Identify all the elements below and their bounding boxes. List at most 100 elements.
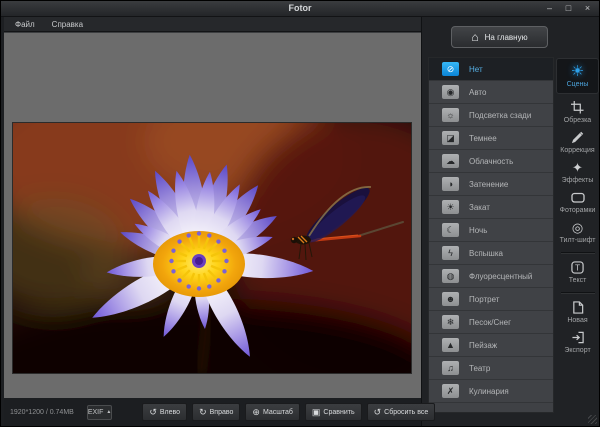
window-controls: – □ × <box>544 2 593 15</box>
exif-label: EXIF <box>88 409 104 416</box>
reset-all-button[interactable]: ↺ Сбросить все <box>367 403 436 421</box>
button-label: Вправо <box>210 409 234 416</box>
moon-icon: ☾ <box>442 223 459 237</box>
scene-item-auto[interactable]: ◉ Авто <box>429 81 553 104</box>
scene-item-label: Затенение <box>469 180 508 189</box>
compare-button[interactable]: ▣ Сравнить <box>305 403 362 421</box>
rotate-right-button[interactable]: ↻ Вправо <box>192 403 240 421</box>
tab-correction[interactable]: Коррекция <box>560 130 594 154</box>
tab-scenes[interactable]: ☀ Сцены <box>556 58 599 94</box>
tab-export[interactable]: Экспорт <box>564 330 590 354</box>
scene-item-label: Пейзаж <box>469 341 497 350</box>
utensils-icon: ✗ <box>442 384 459 398</box>
zoom-button[interactable]: ⊕ Масштаб <box>245 403 300 421</box>
scene-item-backlight[interactable]: ☼ Подсветка сзади <box>429 104 553 127</box>
scene-item-none[interactable]: ⊘ Нет <box>429 58 553 81</box>
tab-tilt-shift[interactable]: ◎ Тилт-шифт <box>560 220 596 244</box>
person-icon: ☻ <box>442 292 459 306</box>
menu-bar: Файл Справка <box>4 17 421 32</box>
scenes-sun-icon: ☀ <box>571 64 584 79</box>
scene-item-sunset[interactable]: ☀ Закат <box>429 196 553 219</box>
compare-image-icon: ▣ <box>312 408 321 417</box>
scene-item-cuisine[interactable]: ✗ Кулинария <box>429 380 553 403</box>
crop-icon <box>571 100 584 115</box>
menu-help[interactable]: Справка <box>52 20 83 29</box>
camera-icon: ◉ <box>442 85 459 99</box>
tool-label: Обрезка <box>564 117 591 124</box>
scene-item-shade[interactable]: ◑ Затенение <box>429 173 553 196</box>
tool-label: Фоторамки <box>560 207 596 214</box>
maximize-button[interactable]: □ <box>563 2 574 15</box>
text-tool-icon: T <box>571 260 584 275</box>
resize-grip[interactable] <box>588 415 597 424</box>
button-label: Масштаб <box>263 409 293 416</box>
scene-item-label: Песок/Снег <box>469 318 511 327</box>
window-title: Fotor <box>1 3 599 13</box>
scene-item-darker[interactable]: ◪ Темнее <box>429 127 553 150</box>
sparkle-icon: ✦ <box>572 160 583 175</box>
scene-item-theatre[interactable]: ♫ Театр <box>429 357 553 380</box>
tab-new[interactable]: Новая <box>567 300 587 324</box>
scene-item-label: Вспышка <box>469 249 503 258</box>
scene-item-label: Подсветка сзади <box>469 111 531 120</box>
scene-item-cloudy[interactable]: ☁ Облачность <box>429 150 553 173</box>
rail-divider <box>561 292 595 294</box>
new-page-icon <box>572 300 584 315</box>
scene-item-label: Портрет <box>469 295 499 304</box>
menu-file[interactable]: Файл <box>15 20 35 29</box>
tab-text[interactable]: T Текст <box>569 260 587 284</box>
close-button[interactable]: × <box>582 2 593 15</box>
scene-item-landscape[interactable]: ▲ Пейзаж <box>429 334 553 357</box>
tool-label: Коррекция <box>560 147 594 154</box>
tool-label: Эффекты <box>562 177 594 184</box>
rotate-right-icon: ↻ <box>199 408 207 417</box>
scene-item-label: Авто <box>469 88 486 97</box>
minimize-button[interactable]: – <box>544 2 555 15</box>
dark-frame-icon: ◪ <box>442 131 459 145</box>
scene-item-label: Кулинария <box>469 387 509 396</box>
tool-rail: ☀ Сцены Обрезка Коррекция ✦ Эффекты Фото… <box>555 58 600 354</box>
home-icon: ⌂ <box>471 31 478 43</box>
scene-item-sand-snow[interactable]: ❄ Песок/Снег <box>429 311 553 334</box>
rotate-left-button[interactable]: ↺ Влево <box>142 403 187 421</box>
scene-item-night[interactable]: ☾ Ночь <box>429 219 553 242</box>
tab-effects[interactable]: ✦ Эффекты <box>562 160 594 184</box>
zoom-plus-icon: ⊕ <box>252 408 260 417</box>
triangle-up-icon: ▲ <box>106 410 111 415</box>
pencil-icon <box>571 130 584 145</box>
status-bar: 1920*1200 / 0.74MB EXIF ▲ ↺ Влево ↻ Впра… <box>4 398 421 426</box>
editor-canvas <box>4 32 421 398</box>
home-button-label: На главную <box>485 33 528 42</box>
reset-icon: ↺ <box>374 408 382 417</box>
scene-item-fluorescent[interactable]: ◍ Флуоресцентный <box>429 265 553 288</box>
button-label: Влево <box>160 409 180 416</box>
exif-dropdown[interactable]: EXIF ▲ <box>87 405 113 420</box>
tilt-shift-icon: ◎ <box>572 220 583 235</box>
lamp-icon: ◍ <box>442 269 459 283</box>
photo-preview <box>13 123 411 373</box>
music-note-icon: ♫ <box>442 361 459 375</box>
lightning-icon: ϟ <box>442 246 459 260</box>
home-button[interactable]: ⌂ На главную <box>451 26 548 48</box>
scene-item-label: Темнее <box>469 134 497 143</box>
rotate-left-icon: ↺ <box>149 408 157 417</box>
button-label: Сравнить <box>323 409 354 416</box>
tool-label: Тилт-шифт <box>560 237 596 244</box>
export-icon <box>571 330 585 345</box>
canvas-actions: ↺ Влево ↻ Вправо ⊕ Масштаб ▣ Сравнить ↺ … <box>142 403 435 421</box>
tab-crop[interactable]: Обрезка <box>564 100 591 124</box>
tool-label: Текст <box>569 277 587 284</box>
tab-frames[interactable]: Фоторамки <box>560 190 596 214</box>
scene-item-flash[interactable]: ϟ Вспышка <box>429 242 553 265</box>
sun-flare-icon: ☼ <box>442 108 459 122</box>
scene-item-portrait[interactable]: ☻ Портрет <box>429 288 553 311</box>
title-bar: Fotor – □ × <box>1 1 599 17</box>
sunset-icon: ☀ <box>442 200 459 214</box>
scenes-list: ⊘ Нет ◉ Авто ☼ Подсветка сзади ◪ Темнее … <box>428 57 554 413</box>
mountain-icon: ▲ <box>442 338 459 352</box>
frame-icon <box>571 190 585 205</box>
fotor-window: Fotor – □ × Файл Справка <box>0 0 600 427</box>
tool-label: Новая <box>567 317 587 324</box>
tool-label: Экспорт <box>564 347 590 354</box>
scene-item-label: Ночь <box>469 226 487 235</box>
